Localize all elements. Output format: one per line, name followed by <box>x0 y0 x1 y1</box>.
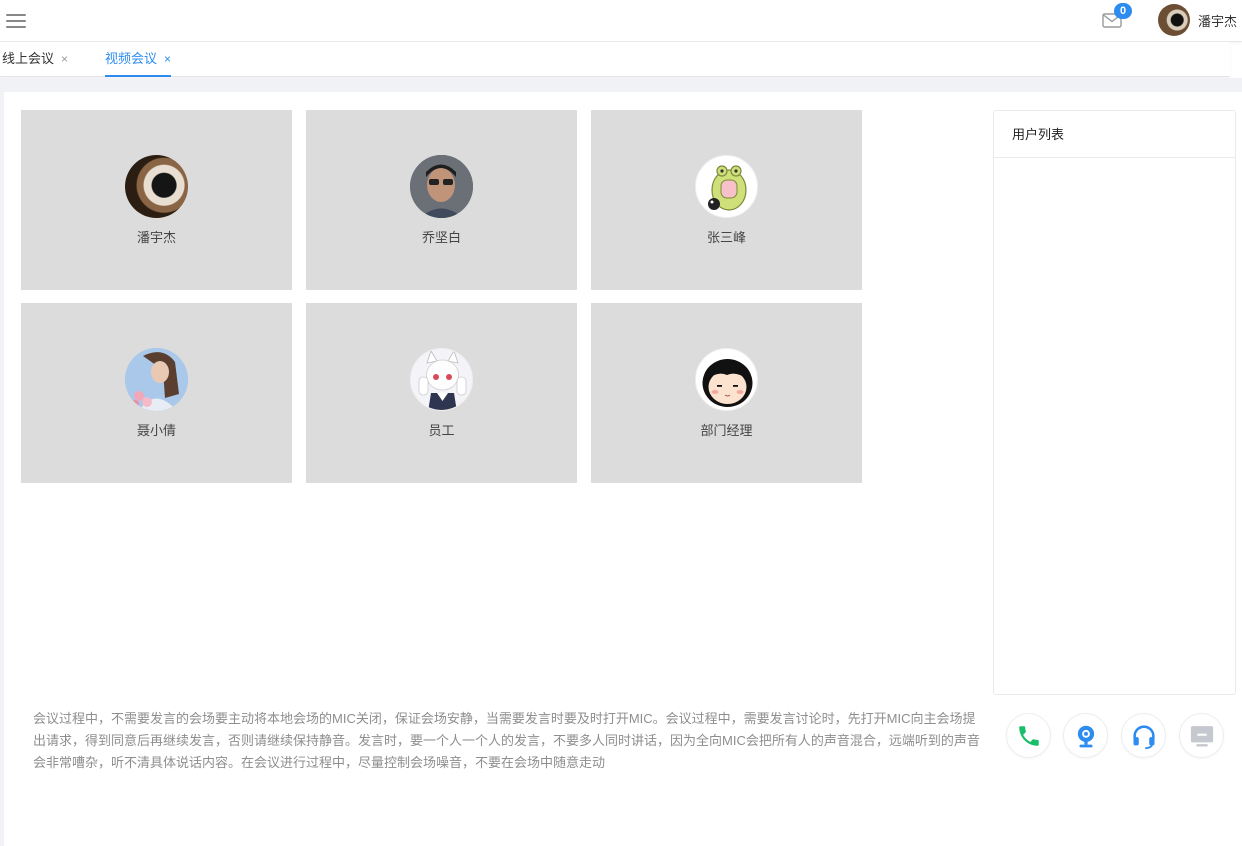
tab-bar: 线上会议 × 视频会议 × <box>0 42 1230 77</box>
phone-icon <box>1018 725 1039 746</box>
tab-label: 线上会议 <box>2 51 55 66</box>
participant-tile[interactable]: 员工 <box>306 303 577 483</box>
user-name: 潘宇杰 <box>1198 13 1238 29</box>
avatar <box>1158 4 1190 36</box>
mail-button[interactable]: 0 <box>1102 3 1132 28</box>
participant-name: 员工 <box>428 423 455 438</box>
screen-share-icon <box>1190 725 1213 746</box>
audio-button[interactable] <box>1121 713 1166 758</box>
meeting-notice: 会议过程中，不需要发言的会场要主动将本地会场的MIC关闭，保证会场安静，当需要发… <box>33 711 980 770</box>
participant-name: 张三峰 <box>706 230 746 245</box>
man-glasses-avatar <box>410 155 473 218</box>
close-icon[interactable]: × <box>164 52 171 66</box>
girl-flowers-avatar <box>125 348 188 411</box>
user-menu[interactable]: 潘宇杰 <box>1158 3 1237 37</box>
mail-count-badge: 0 <box>1114 3 1132 19</box>
user-list-panel: 用户列表 <box>993 110 1236 695</box>
participant-tile[interactable]: 部门经理 <box>591 303 862 483</box>
dog-nose-avatar <box>125 155 188 218</box>
participant-name: 潘宇杰 <box>136 230 176 245</box>
close-icon[interactable]: × <box>61 52 68 66</box>
participant-tile[interactable]: 张三峰 <box>591 110 862 290</box>
headset-icon <box>1132 724 1155 749</box>
participant-name: 部门经理 <box>700 423 753 438</box>
participant-tile[interactable]: 乔坚白 <box>306 110 577 290</box>
tab-video-meeting[interactable]: 视频会议 × <box>105 42 172 77</box>
tab-label: 视频会议 <box>105 51 158 66</box>
webcam-icon <box>1077 725 1094 747</box>
participant-tile[interactable]: 潘宇杰 <box>21 110 292 290</box>
participant-name: 聂小倩 <box>136 423 176 438</box>
frog-cartoon-avatar <box>695 155 758 218</box>
screen-share-button[interactable] <box>1179 713 1224 758</box>
menu-toggle-icon[interactable] <box>6 11 26 29</box>
camera-button[interactable] <box>1063 713 1108 758</box>
cartoon-girl-avatar <box>695 348 758 411</box>
anime-cat-girl-avatar <box>410 348 473 411</box>
top-header: 0 潘宇杰 <box>0 0 1242 42</box>
call-button[interactable] <box>1006 713 1051 758</box>
participant-tile[interactable]: 聂小倩 <box>21 303 292 483</box>
participant-name: 乔坚白 <box>421 230 461 245</box>
tab-online-meeting[interactable]: 线上会议 × <box>2 42 68 77</box>
user-list-title: 用户列表 <box>994 111 1235 158</box>
